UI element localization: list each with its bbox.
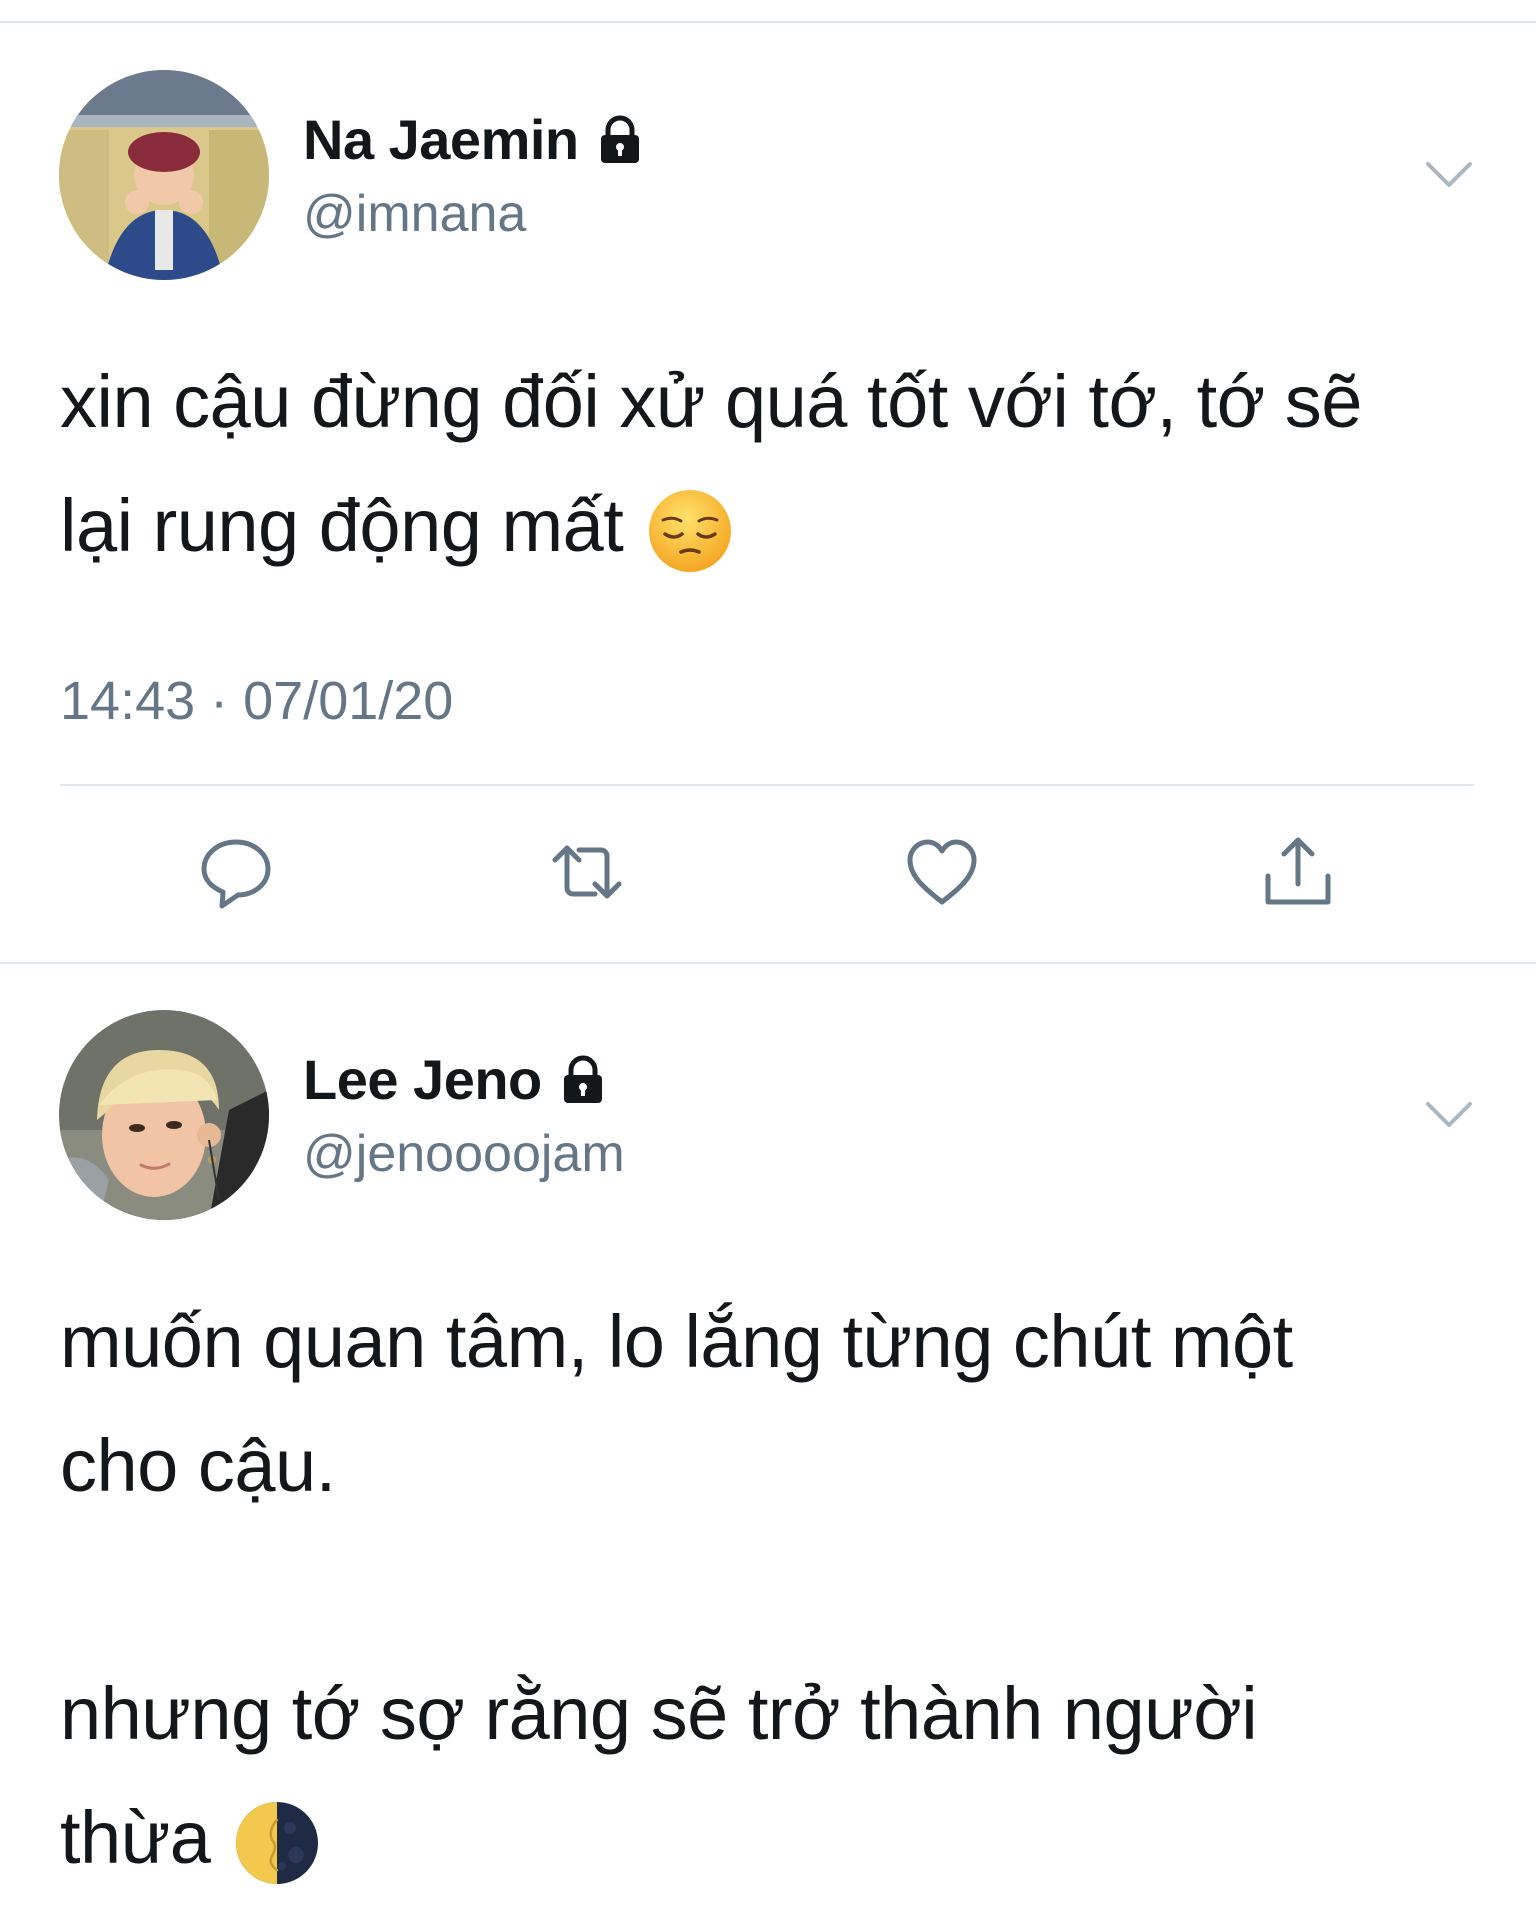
- handle[interactable]: @imnana: [303, 184, 526, 244]
- timestamp[interactable]: 14:43 · 07/01/20: [60, 671, 453, 731]
- tweet-text-line: nhưng tớ sợ rằng sẽ trở thành người: [60, 1672, 1258, 1755]
- tweet-text-line-with-emoji: lại rung động mất: [60, 464, 1500, 588]
- like-icon[interactable]: [902, 832, 982, 912]
- pensive-face-emoji: [649, 490, 732, 573]
- avatar[interactable]: [59, 1010, 269, 1220]
- display-name[interactable]: Lee Jeno: [303, 1048, 542, 1112]
- actions-divider: [60, 784, 1474, 786]
- tweet-text-line-with-emoji: thừa: [60, 1776, 1500, 1900]
- display-name[interactable]: Na Jaemin: [303, 108, 579, 172]
- author-name-row[interactable]: Lee Jeno: [303, 1048, 610, 1112]
- top-divider: [0, 21, 1536, 23]
- tweet-text-line: cho cậu.: [60, 1424, 336, 1507]
- reply-icon[interactable]: [196, 832, 276, 912]
- tweet-text-line: lại rung động mất: [60, 484, 624, 567]
- tweet-divider: [0, 962, 1536, 964]
- avatar-image: [59, 1010, 269, 1220]
- lock-icon: [563, 1055, 602, 1103]
- retweet-icon[interactable]: [547, 832, 627, 912]
- avatar-image: [59, 70, 269, 280]
- chevron-down-icon[interactable]: [1425, 160, 1473, 190]
- handle[interactable]: @jenoooojam: [303, 1124, 625, 1184]
- tweet-text: muốn quan tâm, lo lắng từng chút một cho…: [60, 1280, 1500, 1900]
- author-name-row[interactable]: Na Jaemin: [303, 108, 647, 172]
- tweet-text-line: muốn quan tâm, lo lắng từng chút một: [60, 1300, 1293, 1383]
- avatar[interactable]: [59, 70, 269, 280]
- tweet-text-line: xin cậu đừng đối xử quá tốt với tớ, tớ s…: [60, 360, 1362, 443]
- share-icon[interactable]: [1258, 832, 1338, 912]
- chevron-down-icon[interactable]: [1425, 1100, 1473, 1130]
- tweet-text: xin cậu đừng đối xử quá tốt với tớ, tớ s…: [60, 340, 1500, 588]
- last-quarter-moon-emoji: [236, 1802, 319, 1885]
- tweet-text-line: thừa: [60, 1796, 211, 1879]
- lock-icon: [600, 115, 639, 163]
